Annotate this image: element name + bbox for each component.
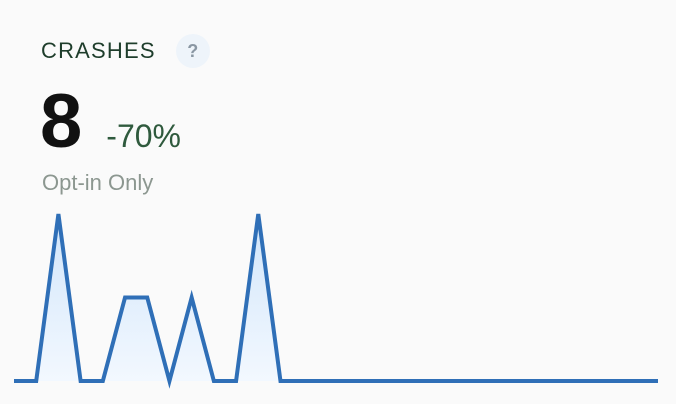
crashes-card: CRASHES ? 8 -70% Opt-in Only: [0, 0, 676, 404]
sparkline-line: [14, 213, 658, 389]
sparkline-layer: [14, 213, 658, 389]
sparkline-chart: [14, 213, 658, 389]
